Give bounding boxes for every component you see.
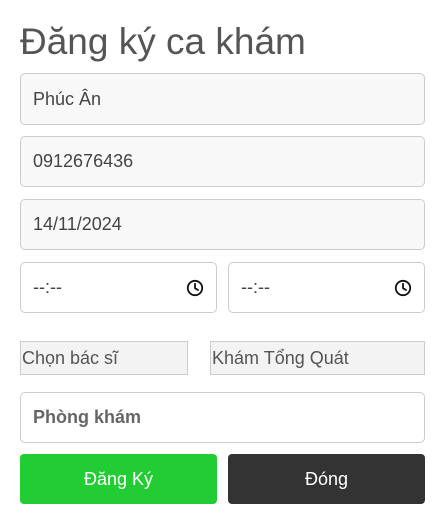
date-input[interactable]: 14/11/2024	[20, 199, 425, 250]
submit-button[interactable]: Đăng Ký	[20, 454, 217, 504]
close-button-label: Đóng	[304, 468, 349, 489]
patient-name-value: Phúc Ân	[33, 88, 102, 109]
doctor-select[interactable]: Chọn bác sĩ	[20, 341, 188, 375]
submit-button-label: Đăng Ký	[83, 468, 154, 489]
clinic-placeholder: Phòng khám	[33, 407, 142, 427]
patient-name-input[interactable]: Phúc Ân	[20, 73, 425, 125]
doctor-select-value: Chọn bác sĩ	[22, 347, 119, 368]
end-time-value: --:--	[241, 277, 270, 297]
clock-icon[interactable]	[394, 279, 412, 297]
clock-icon[interactable]	[186, 279, 204, 297]
clinic-input[interactable]: Phòng khám	[20, 392, 425, 443]
date-value: 14/11/2024	[33, 214, 122, 234]
start-time-input[interactable]: --:--	[20, 262, 217, 313]
exam-type-select[interactable]: Khám Tổng Quát	[210, 341, 425, 375]
close-button[interactable]: Đóng	[228, 454, 425, 504]
page-title: Đăng ký ca khám	[20, 21, 306, 62]
phone-value: 0912676436	[33, 151, 134, 171]
exam-type-select-value: Khám Tổng Quát	[212, 347, 349, 368]
phone-input[interactable]: 0912676436	[20, 136, 425, 187]
end-time-input[interactable]: --:--	[228, 262, 425, 313]
start-time-value: --:--	[33, 277, 62, 297]
